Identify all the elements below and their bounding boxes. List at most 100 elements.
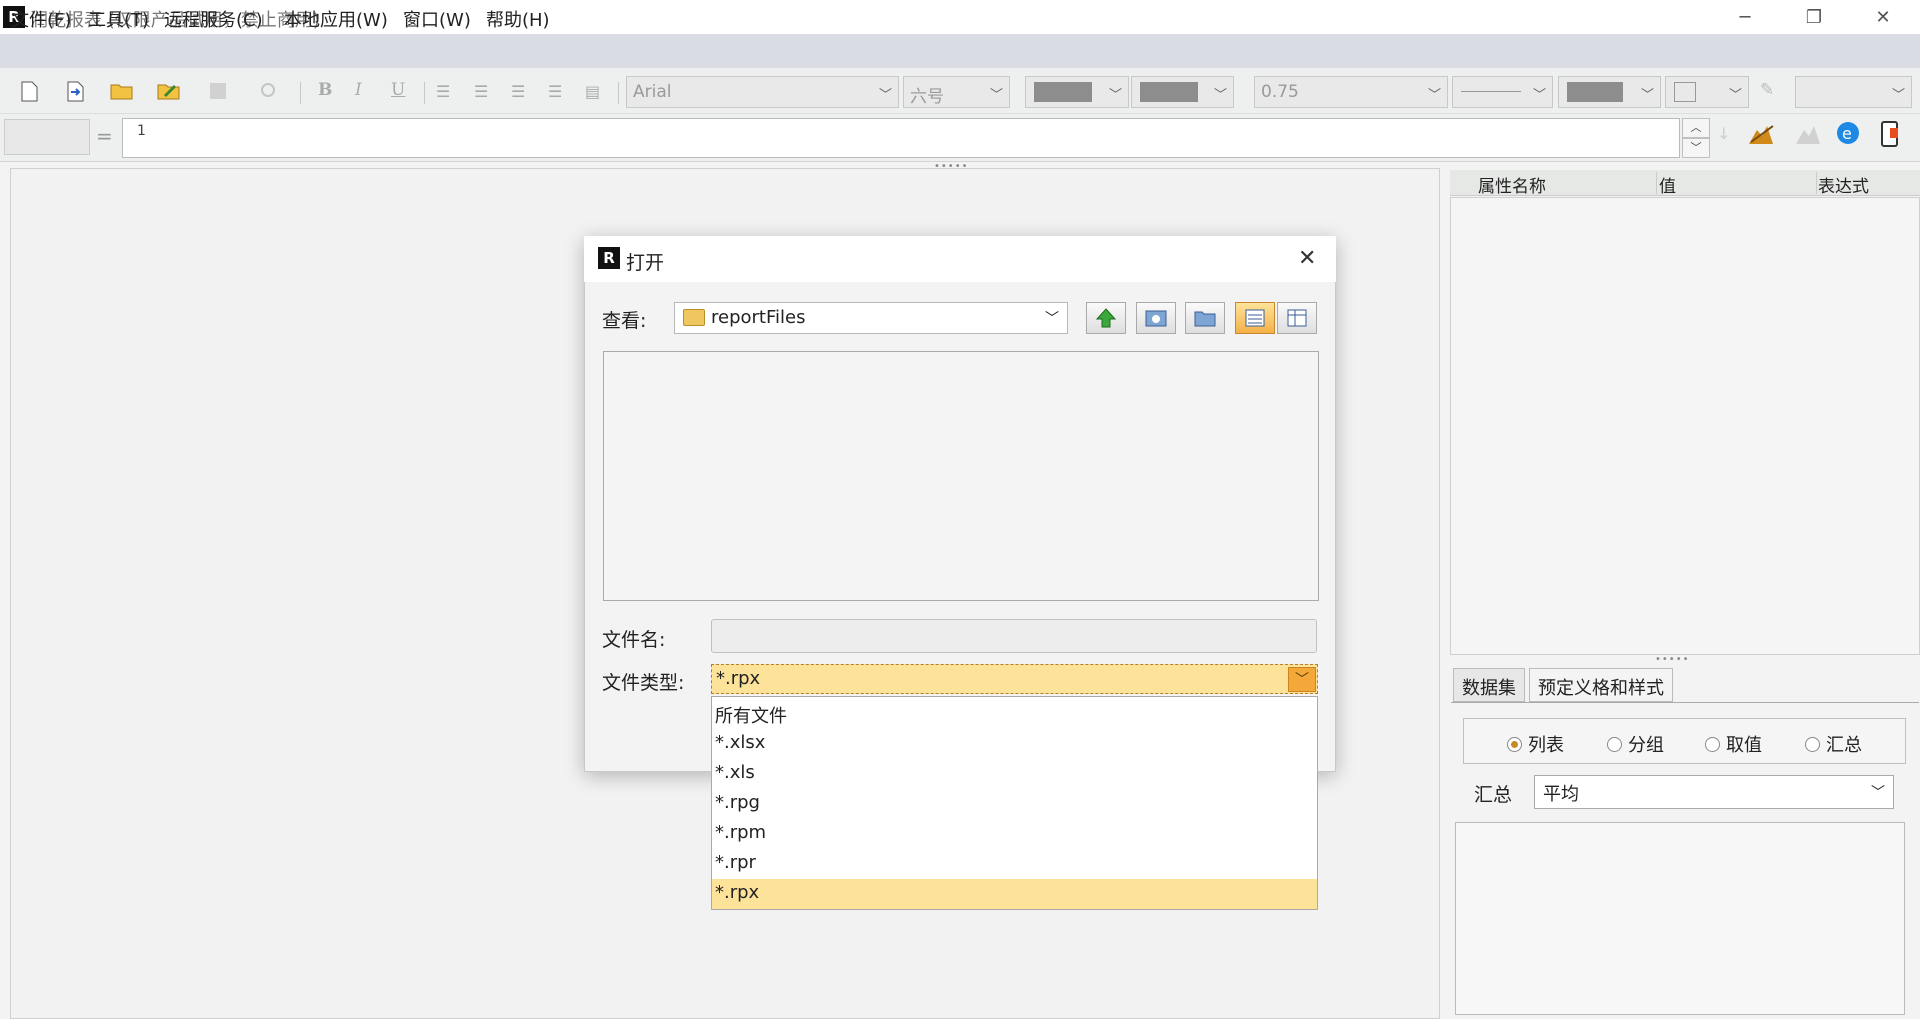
tab-dataset[interactable]: 数据集	[1453, 668, 1525, 702]
background-color-select[interactable]: ﹀	[1131, 76, 1234, 108]
align-right-icon[interactable]: ☰	[511, 82, 525, 101]
up-folder-button[interactable]	[1086, 302, 1126, 334]
home-folder-button[interactable]	[1136, 302, 1176, 334]
tab-underline	[1451, 702, 1919, 703]
radio-summary[interactable]: 汇总	[1805, 731, 1862, 757]
spin-up-button[interactable]: ︿	[1682, 118, 1710, 138]
menu-file[interactable]: 文件(F)	[11, 6, 71, 32]
underline-button[interactable]: U	[391, 80, 405, 100]
chevron-down-icon: ﹀	[1891, 88, 1905, 103]
new-file-icon[interactable]	[18, 80, 42, 102]
chevron-down-icon: ﹀	[1640, 88, 1654, 103]
foreground-color-select[interactable]: ﹀	[1025, 76, 1129, 108]
chevron-down-icon[interactable]: ﹀	[1288, 667, 1316, 692]
aggregate-list[interactable]	[1455, 822, 1905, 1015]
menu-window[interactable]: 窗口(W)	[403, 6, 471, 32]
splitter-handle[interactable]: •••••	[934, 161, 969, 172]
import-icon[interactable]	[64, 80, 88, 102]
spin-down-button[interactable]: ﹀	[1682, 138, 1710, 158]
radio-dot	[1507, 736, 1522, 752]
cat-icon[interactable]	[1746, 120, 1776, 148]
close-icon[interactable]: ✕	[1853, 0, 1913, 34]
chevron-down-icon: ﹀	[1045, 311, 1059, 327]
arrow-down-icon[interactable]: ↓	[1717, 124, 1730, 143]
filetype-option[interactable]: *.xls	[712, 759, 1317, 789]
chevron-down-icon: ﹀	[1532, 88, 1546, 103]
font-size-select[interactable]: 六号 ﹀	[903, 76, 1010, 108]
line-style-select[interactable]: ﹀	[1452, 76, 1553, 108]
new-folder-button[interactable]	[1185, 302, 1225, 334]
italic-button[interactable]: I	[355, 80, 362, 100]
menu-tools[interactable]: 工具(T)	[88, 6, 149, 32]
radio-group[interactable]: 分组	[1607, 731, 1664, 757]
merge-cells-icon[interactable]: ▤	[585, 82, 600, 101]
details-view-icon	[1287, 309, 1307, 327]
home-folder-icon	[1145, 310, 1167, 327]
filetype-option[interactable]: *.xlsx	[712, 729, 1317, 759]
aggregate-select[interactable]: 平均 ﹀	[1534, 775, 1894, 809]
line-width-value: 0.75	[1261, 82, 1299, 102]
aggregate-value: 平均	[1543, 784, 1579, 805]
font-family-select[interactable]: Arial ﹀	[626, 76, 899, 108]
open-edit-icon[interactable]	[157, 80, 181, 102]
browser-icon[interactable]: e	[1835, 120, 1861, 146]
list-view-button[interactable]	[1235, 302, 1275, 334]
border-color-select[interactable]: ﹀	[1558, 76, 1661, 108]
mobile-icon[interactable]	[1878, 120, 1902, 148]
border-icon	[1674, 82, 1696, 102]
equals-sign: =	[96, 124, 113, 148]
minimize-icon[interactable]: ─	[1715, 0, 1775, 34]
details-view-button[interactable]	[1277, 302, 1317, 334]
toolbar-separator	[618, 82, 619, 104]
toolbar-separator	[300, 82, 301, 104]
menu-help[interactable]: 帮助(H)	[486, 6, 550, 32]
radio-label: 取值	[1726, 735, 1762, 756]
formula-input[interactable]: 1	[122, 118, 1680, 158]
format-brush-icon[interactable]: ✎	[1760, 80, 1774, 100]
filetype-option[interactable]: *.rpm	[712, 819, 1317, 849]
filetype-value: *.rpx	[716, 668, 761, 689]
chevron-down-icon: ﹀	[878, 88, 892, 103]
cat-disabled-icon[interactable]	[1793, 120, 1823, 148]
filetype-option-selected[interactable]: *.rpx	[712, 879, 1317, 909]
preview-icon[interactable]	[258, 80, 282, 102]
extra-select[interactable]: ﹀	[1795, 76, 1912, 108]
chevron-down-icon: ﹀	[1108, 88, 1122, 103]
align-left-icon[interactable]: ☰	[436, 82, 450, 101]
dialog-title-bar	[584, 236, 1336, 282]
chevron-down-icon: ﹀	[1728, 88, 1742, 103]
bold-button[interactable]: B	[318, 80, 332, 100]
look-in-label: 查看:	[602, 310, 647, 332]
property-table[interactable]	[1450, 197, 1920, 655]
menu-local-app[interactable]: 本地应用(W)	[284, 6, 388, 32]
filetype-select[interactable]: *.rpx	[711, 664, 1318, 694]
open-folder-icon[interactable]	[110, 80, 134, 102]
color-swatch	[1140, 82, 1198, 102]
splitter-handle[interactable]: •••••	[1655, 654, 1690, 665]
align-center-icon[interactable]: ☰	[474, 82, 488, 101]
line-width-select[interactable]: 0.75 ﹀	[1254, 76, 1448, 108]
new-folder-icon	[1194, 311, 1216, 327]
up-arrow-icon	[1095, 308, 1117, 328]
dialog-close-icon[interactable]: ✕	[1298, 246, 1316, 271]
menu-remote-service[interactable]: 远程服务(C)	[164, 6, 263, 32]
filetype-option[interactable]: *.rpg	[712, 789, 1317, 819]
file-list[interactable]	[603, 351, 1319, 601]
save-icon[interactable]	[207, 80, 231, 102]
radio-value[interactable]: 取值	[1705, 731, 1762, 757]
look-in-select[interactable]: reportFiles ﹀	[674, 302, 1068, 334]
line-style-preview	[1461, 91, 1521, 92]
border-type-select[interactable]: ﹀	[1665, 76, 1749, 108]
filetype-option[interactable]: 所有文件	[712, 699, 1317, 729]
filename-input[interactable]	[711, 619, 1317, 653]
cell-reference-field[interactable]	[4, 119, 90, 155]
radio-list[interactable]: 列表	[1507, 731, 1564, 757]
chevron-down-icon: ﹀	[1871, 785, 1885, 801]
restore-icon[interactable]: ❐	[1784, 0, 1844, 34]
folder-icon	[683, 309, 705, 326]
font-family-value: Arial	[633, 82, 672, 102]
tab-predefined-styles[interactable]: 预定义格和样式	[1529, 668, 1673, 702]
filetype-option[interactable]: *.rpr	[712, 849, 1317, 879]
justify-icon[interactable]: ☰	[548, 82, 562, 101]
radio-label: 分组	[1628, 735, 1664, 756]
